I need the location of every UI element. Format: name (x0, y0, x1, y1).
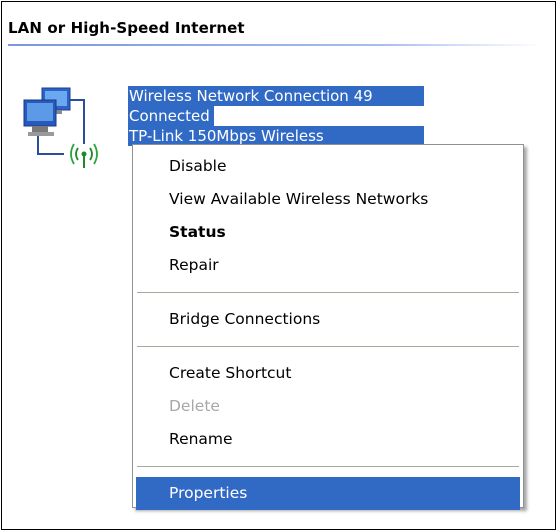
menu-item-disable[interactable]: Disable (133, 150, 523, 183)
group-header: LAN or High-Speed Internet (8, 19, 245, 37)
menu-separator (137, 466, 519, 467)
context-menu: Disable View Available Wireless Networks… (132, 144, 524, 510)
connection-name: Wireless Network Connection 49 (128, 86, 424, 106)
group-header-rule (8, 44, 542, 46)
menu-item-bridge-connections[interactable]: Bridge Connections (133, 303, 523, 336)
menu-item-status[interactable]: Status (133, 216, 523, 249)
wireless-signal-icon (70, 143, 98, 168)
menu-item-rename[interactable]: Rename (133, 423, 523, 456)
menu-item-repair[interactable]: Repair (133, 249, 523, 282)
connection-device: TP-Link 150Mbps Wireless (128, 126, 424, 146)
network-connections-panel: LAN or High-Speed Internet Wireless Netw… (1, 1, 556, 530)
menu-separator (137, 346, 519, 347)
connection-status: Connected (128, 106, 214, 126)
network-computers-icon[interactable] (20, 86, 130, 176)
menu-item-delete: Delete (169, 397, 220, 415)
menu-item-create-shortcut[interactable]: Create Shortcut (133, 357, 523, 390)
menu-separator (137, 292, 519, 293)
menu-item-view-wireless-networks[interactable]: View Available Wireless Networks (133, 183, 523, 216)
connection-item[interactable]: Wireless Network Connection 49 Connected… (128, 86, 424, 146)
menu-item-properties[interactable]: Properties (136, 477, 520, 510)
